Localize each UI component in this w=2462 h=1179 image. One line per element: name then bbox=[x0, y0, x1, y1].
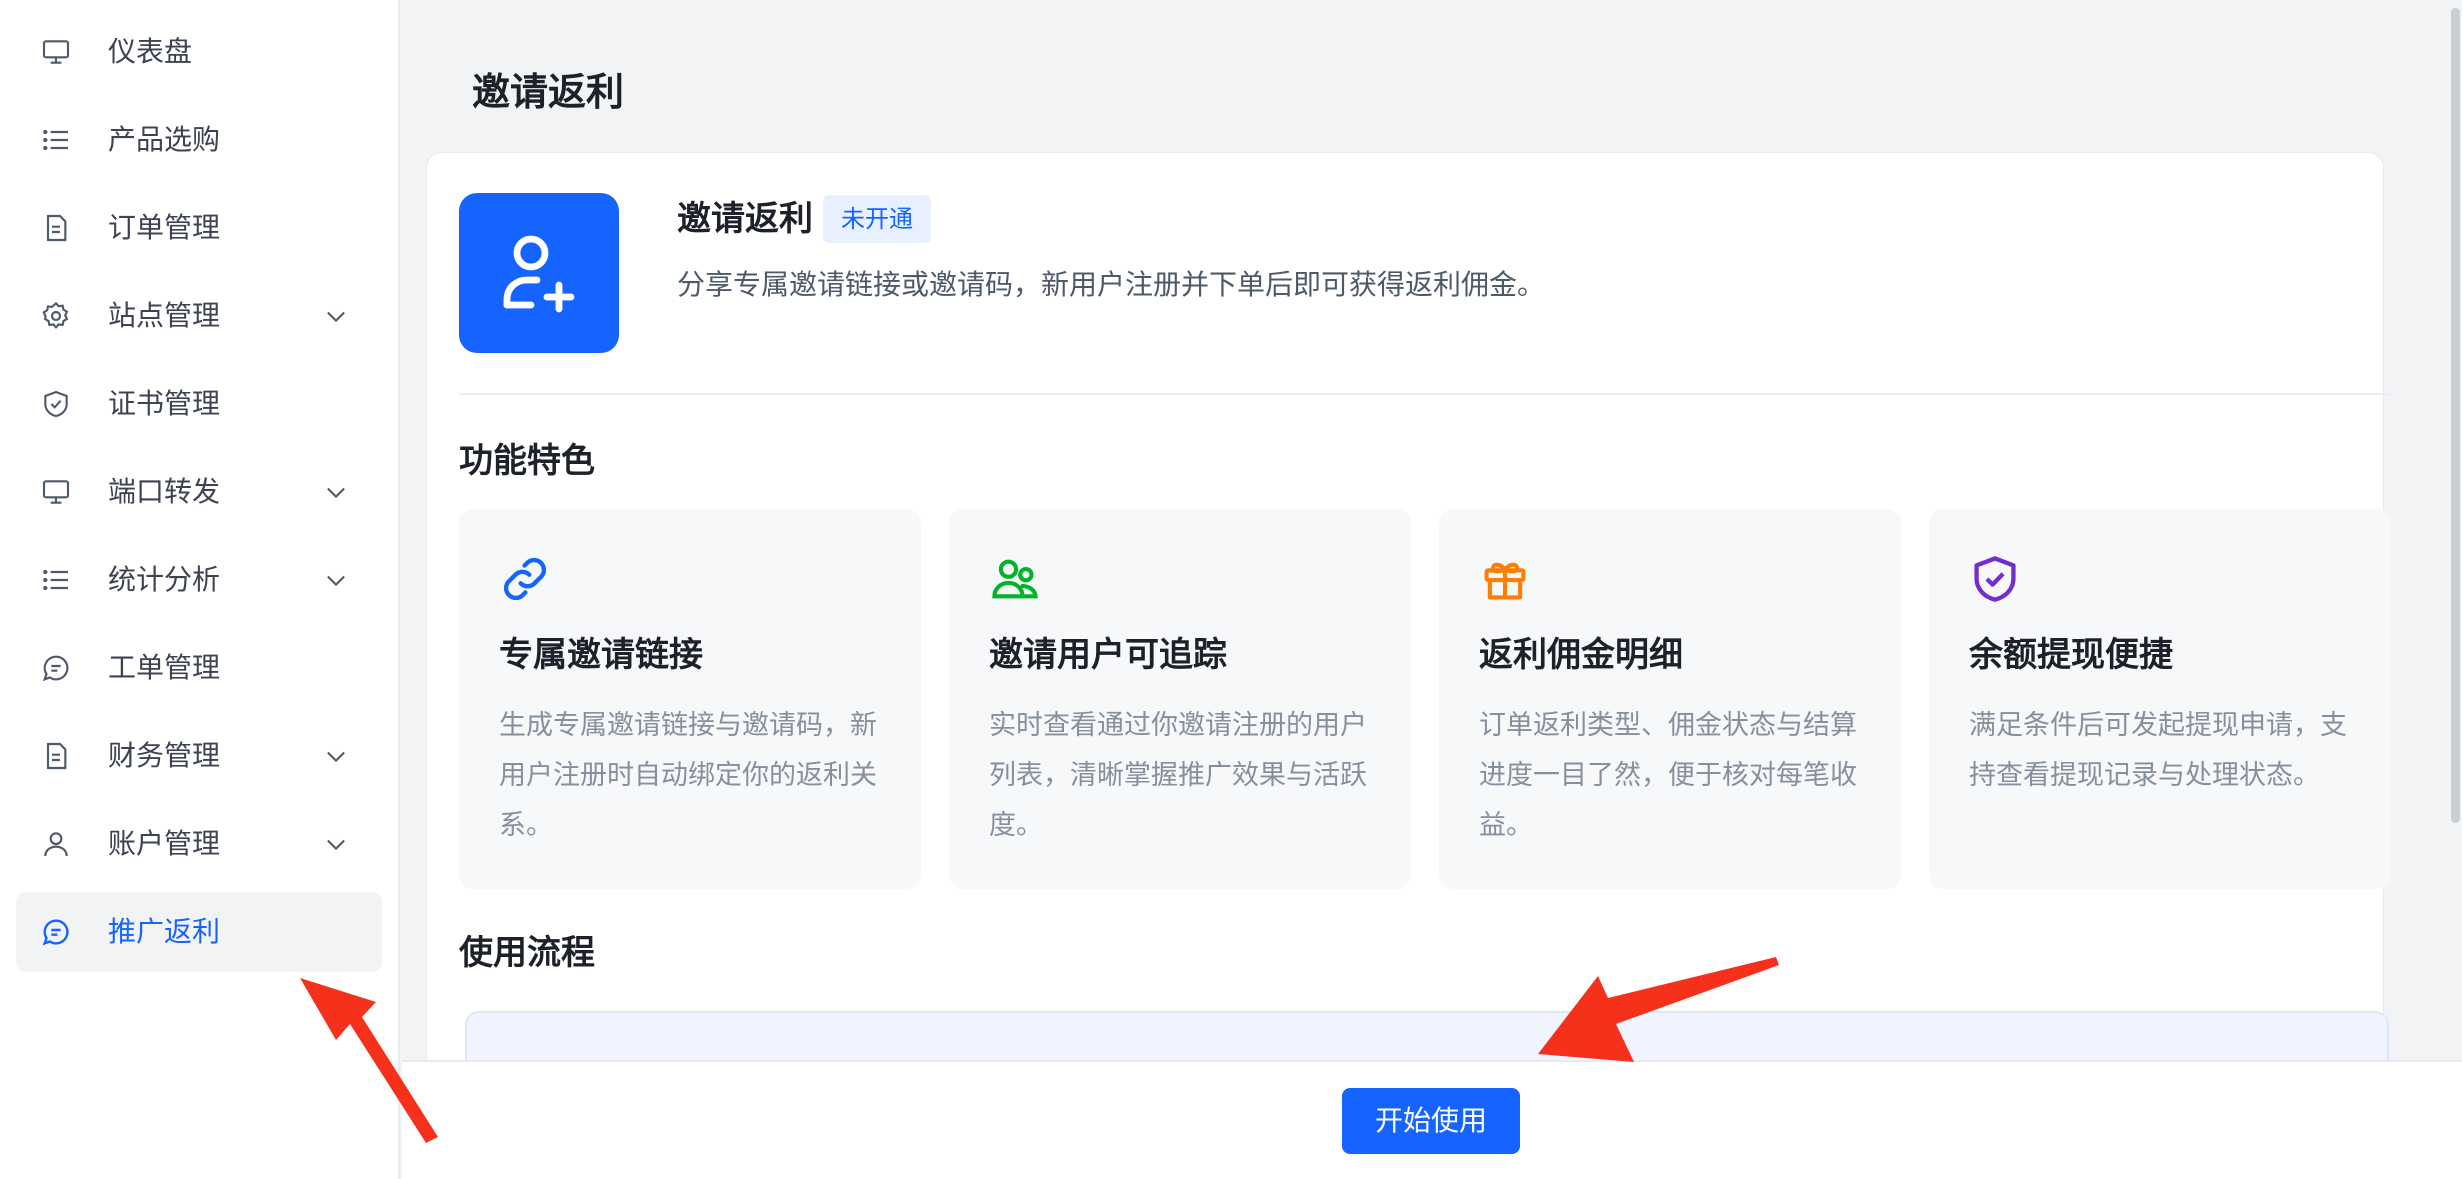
sidebar-item-label: 产品选购 bbox=[108, 123, 221, 156]
referral-card: 邀请返利 未开通 分享专属邀请链接或邀请码，新用户注册并下单后即可获得返利佣金。… bbox=[426, 152, 2391, 1179]
sidebar-item-label: 证书管理 bbox=[108, 387, 221, 420]
chevron-down-icon bbox=[322, 302, 350, 330]
sidebar-item-referral[interactable]: 推广返利 bbox=[16, 892, 382, 972]
feature-list: 专属邀请链接 生成专属邀请链接与邀请码，新用户注册时自动绑定你的返利关系。 邀请… bbox=[459, 509, 2391, 889]
shield-check-icon bbox=[40, 388, 72, 420]
feature-description: 满足条件后可发起提现申请，支持查看提现记录与处理状态。 bbox=[1969, 710, 2347, 791]
hero-title: 邀请返利 bbox=[677, 199, 813, 239]
chevron-down-icon bbox=[322, 830, 350, 858]
divider bbox=[459, 393, 2391, 395]
user-icon bbox=[40, 828, 72, 860]
gift-icon bbox=[1479, 553, 1531, 605]
main-content: 邀请返利 邀请返利 未开通 分享专属邀请链接或邀请码，新用户注册并下单后即可获得… bbox=[402, 0, 2462, 1179]
sidebar-item-statistics[interactable]: 统计分析 bbox=[16, 540, 382, 620]
feature-card-commission: 返利佣金明细 订单返利类型、佣金状态与结算进度一目了然，便于核对每笔收益。 bbox=[1439, 509, 1901, 889]
sidebar-item-port-forwarding[interactable]: 端口转发 bbox=[16, 452, 382, 532]
feature-title: 返利佣金明细 bbox=[1479, 635, 1683, 675]
sidebar-item-label: 财务管理 bbox=[108, 739, 221, 772]
start-button[interactable]: 开始使用 bbox=[1342, 1088, 1520, 1154]
features-section-title: 功能特色 bbox=[459, 441, 595, 481]
user-plus-icon bbox=[459, 193, 619, 353]
sidebar-item-label: 工单管理 bbox=[108, 651, 221, 684]
chevron-down-icon bbox=[322, 742, 350, 770]
feature-description: 生成专属邀请链接与邀请码，新用户注册时自动绑定你的返利关系。 bbox=[499, 710, 877, 841]
monitor-icon bbox=[40, 36, 72, 68]
monitor-icon bbox=[40, 476, 72, 508]
flow-section-title: 使用流程 bbox=[459, 933, 595, 973]
sidebar-item-tickets[interactable]: 工单管理 bbox=[16, 628, 382, 708]
feature-card-invite-link: 专属邀请链接 生成专属邀请链接与邀请码，新用户注册时自动绑定你的返利关系。 bbox=[459, 509, 921, 889]
sidebar-item-orders[interactable]: 订单管理 bbox=[16, 188, 382, 268]
sidebar-item-label: 账户管理 bbox=[108, 827, 221, 860]
action-footer: 开始使用 bbox=[402, 1060, 2462, 1179]
feature-card-withdrawal: 余额提现便捷 满足条件后可发起提现申请，支持查看提现记录与处理状态。 bbox=[1929, 509, 2391, 889]
shield-check-icon bbox=[1969, 553, 2021, 605]
scrollbar-thumb[interactable] bbox=[2451, 8, 2460, 823]
sidebar-item-label: 仪表盘 bbox=[108, 35, 193, 68]
chat-icon bbox=[40, 652, 72, 684]
feature-card-tracking: 邀请用户可追踪 实时查看通过你邀请注册的用户列表，清晰掌握推广效果与活跃度。 bbox=[949, 509, 1411, 889]
sidebar-item-label: 端口转发 bbox=[108, 475, 221, 508]
sidebar-item-dashboard[interactable]: 仪表盘 bbox=[16, 12, 382, 92]
list-icon bbox=[40, 564, 72, 596]
feature-title: 专属邀请链接 bbox=[499, 635, 703, 675]
status-badge: 未开通 bbox=[823, 195, 931, 243]
chat-icon bbox=[40, 916, 72, 948]
list-icon bbox=[40, 124, 72, 156]
sidebar-item-sites[interactable]: 站点管理 bbox=[16, 276, 382, 356]
sidebar-item-account[interactable]: 账户管理 bbox=[16, 804, 382, 884]
sidebar-item-label: 推广返利 bbox=[108, 915, 221, 948]
feature-description: 实时查看通过你邀请注册的用户列表，清晰掌握推广效果与活跃度。 bbox=[989, 710, 1367, 841]
link-icon bbox=[499, 553, 551, 605]
sidebar-item-finance[interactable]: 财务管理 bbox=[16, 716, 382, 796]
feature-title: 邀请用户可追踪 bbox=[989, 635, 1227, 675]
feature-title: 余额提现便捷 bbox=[1969, 635, 2173, 675]
hero-description: 分享专属邀请链接或邀请码，新用户注册并下单后即可获得返利佣金。 bbox=[677, 268, 1546, 301]
sidebar-item-label: 统计分析 bbox=[108, 563, 221, 596]
gear-icon bbox=[40, 300, 72, 332]
chevron-down-icon bbox=[322, 566, 350, 594]
chevron-down-icon bbox=[322, 478, 350, 506]
sidebar-item-products[interactable]: 产品选购 bbox=[16, 100, 382, 180]
sidebar-item-label: 订单管理 bbox=[108, 211, 221, 244]
sidebar: 仪表盘 产品选购 订单管理 站点管理 证书管理 端口转发 统计分析 工单管理 财… bbox=[0, 0, 400, 1179]
document-icon bbox=[40, 740, 72, 772]
sidebar-item-certificates[interactable]: 证书管理 bbox=[16, 364, 382, 444]
feature-description: 订单返利类型、佣金状态与结算进度一目了然，便于核对每笔收益。 bbox=[1479, 710, 1857, 841]
document-icon bbox=[40, 212, 72, 244]
page-title: 邀请返利 bbox=[472, 70, 625, 114]
users-icon bbox=[989, 553, 1041, 605]
sidebar-item-label: 站点管理 bbox=[108, 299, 221, 332]
